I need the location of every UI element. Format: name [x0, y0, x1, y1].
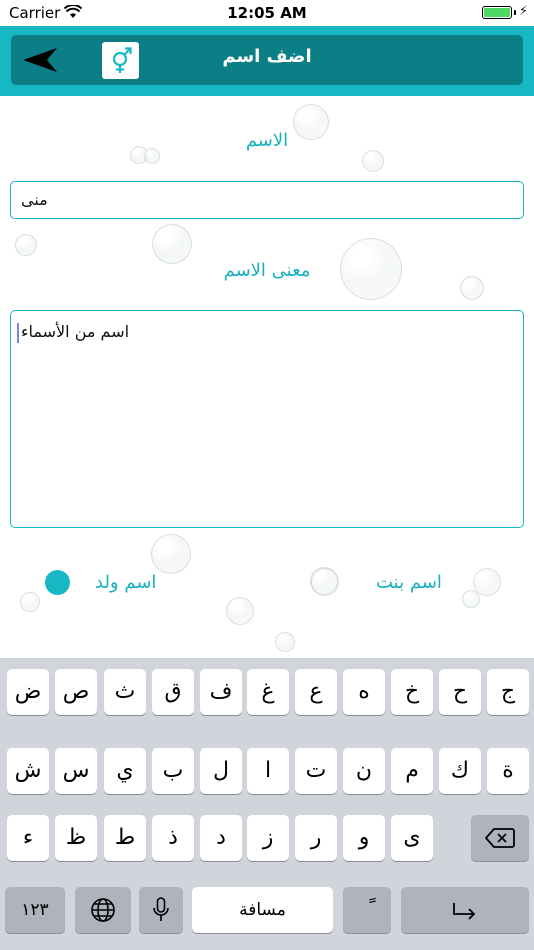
key[interactable]: م [391, 748, 433, 794]
bubble-decoration [20, 592, 40, 612]
globe-icon [91, 898, 115, 922]
backspace-icon [485, 828, 515, 848]
bubble-decoration [152, 224, 192, 264]
charging-icon: ⚡ [518, 4, 528, 19]
bubble-decoration [15, 234, 37, 256]
diacritics-key[interactable]: ً [343, 887, 391, 933]
key[interactable]: ء [7, 815, 49, 861]
key[interactable]: ص [55, 669, 97, 715]
key[interactable]: ل [200, 748, 242, 794]
key[interactable]: ن [343, 748, 385, 794]
key[interactable]: ز [247, 815, 289, 861]
return-key[interactable] [401, 887, 529, 933]
clock: 12:05 AM [227, 4, 307, 22]
return-icon [453, 903, 476, 920]
key[interactable]: ب [152, 748, 194, 794]
keyboard: ض ص ث ق ف غ ع ه خ ح ج ش س ي ب ل ا ت ن م … [0, 658, 534, 950]
key[interactable]: ط [104, 815, 146, 861]
name-input[interactable]: منى [10, 181, 524, 219]
key[interactable]: ه [343, 669, 385, 715]
meaning-textarea[interactable]: اسم من الأسماء [10, 310, 524, 528]
key[interactable]: ك [439, 748, 481, 794]
bubble-decoration [362, 150, 384, 172]
key[interactable]: ق [152, 669, 194, 715]
key[interactable]: ث [104, 669, 146, 715]
name-label: الاسم [245, 130, 289, 151]
key[interactable]: ف [200, 669, 242, 715]
bubble-decoration [462, 590, 480, 608]
key[interactable]: غ [247, 669, 289, 715]
microphone-icon [153, 897, 169, 921]
key[interactable]: ع [295, 669, 337, 715]
key[interactable]: ح [439, 669, 481, 715]
key[interactable]: ج [487, 669, 529, 715]
text-cursor [17, 323, 19, 343]
key[interactable]: ا [247, 748, 289, 794]
key[interactable]: ت [295, 748, 337, 794]
key[interactable]: ى [391, 815, 433, 861]
meaning-label: معنى الاسم [223, 260, 311, 281]
key[interactable]: ض [7, 669, 49, 715]
key[interactable]: ظ [55, 815, 97, 861]
page-title: اضف اسم [222, 46, 312, 67]
name-input-value: منى [21, 190, 48, 209]
key[interactable]: د [200, 815, 242, 861]
space-key[interactable]: مسافة [192, 887, 333, 933]
girl-radio-label[interactable]: اسم بنت [376, 572, 442, 593]
status-bar: Carrier 12:05 AM ⚡ [0, 0, 534, 26]
key[interactable]: ر [295, 815, 337, 861]
boy-radio-label[interactable]: اسم ولد [95, 572, 156, 593]
delete-key[interactable] [471, 815, 529, 861]
bubble-decoration [226, 597, 254, 625]
bubble-decoration [151, 534, 191, 574]
globe-key[interactable] [75, 887, 131, 933]
key[interactable]: ي [104, 748, 146, 794]
key[interactable]: ش [7, 748, 49, 794]
key[interactable]: خ [391, 669, 433, 715]
key[interactable]: س [55, 748, 97, 794]
boy-radio[interactable] [45, 570, 70, 595]
key[interactable]: ة [487, 748, 529, 794]
bubble-decoration [275, 632, 295, 652]
key[interactable]: و [343, 815, 385, 861]
key[interactable]: ذ [152, 815, 194, 861]
girl-radio[interactable] [311, 568, 339, 596]
dictation-key[interactable] [139, 887, 183, 933]
meaning-value: اسم من الأسماء [21, 322, 130, 341]
numbers-key[interactable]: ١٢٣ [5, 887, 65, 933]
battery-icon [482, 6, 512, 19]
